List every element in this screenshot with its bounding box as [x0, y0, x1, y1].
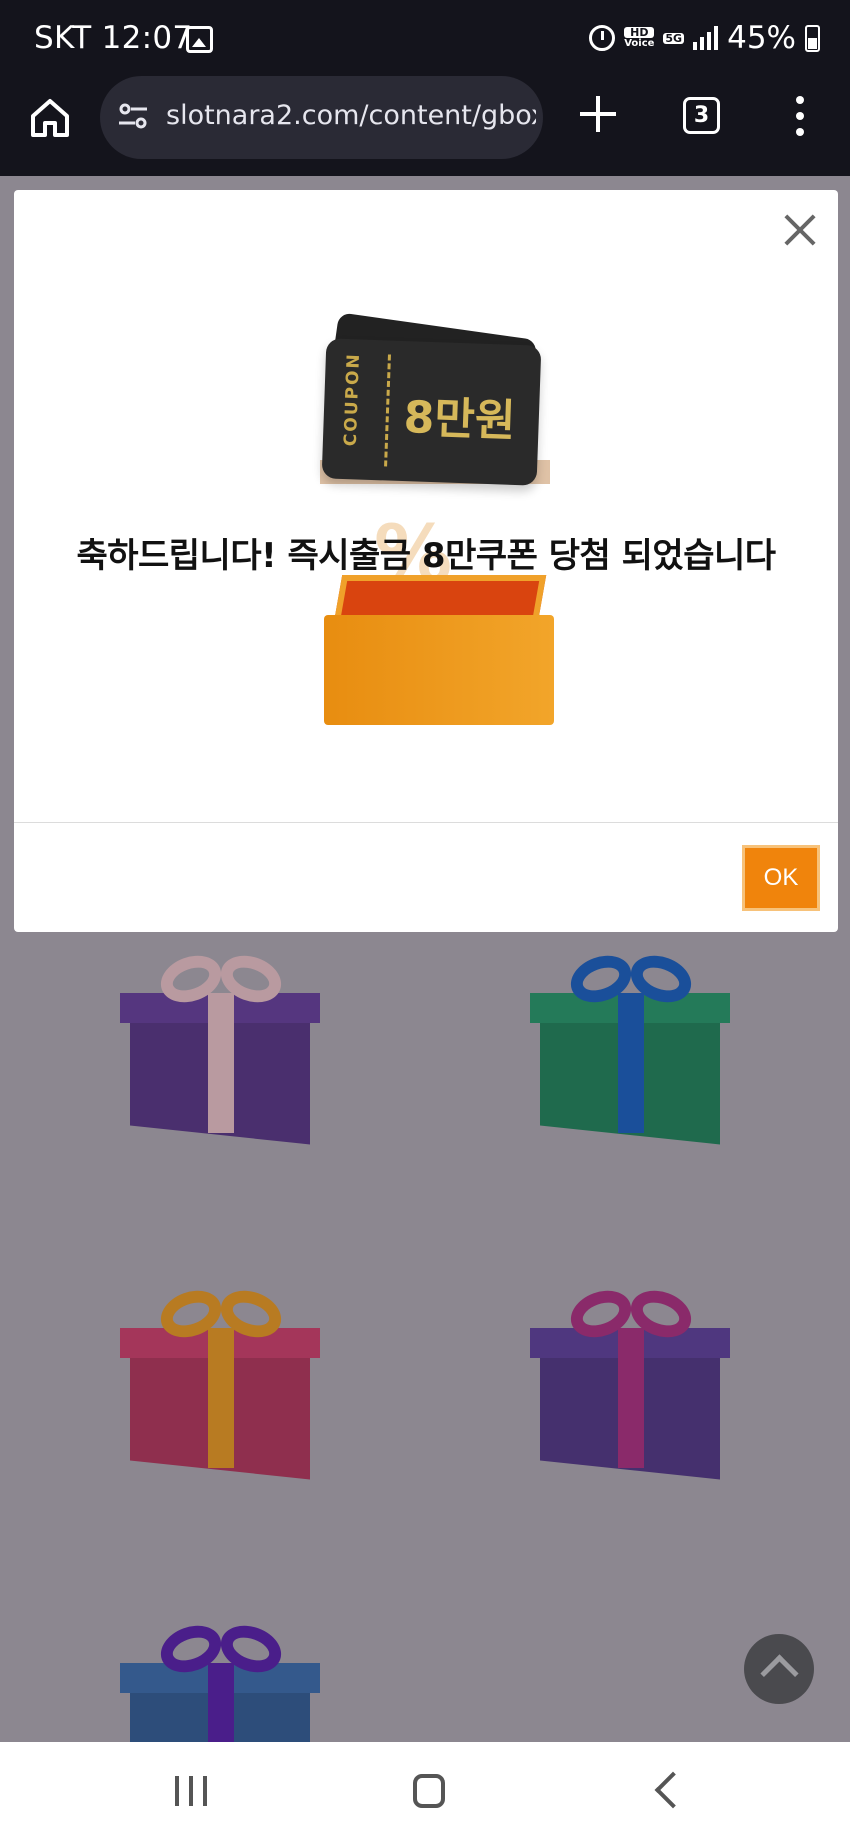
network-5g-icon: 5G — [663, 31, 685, 45]
gift-box[interactable] — [120, 1625, 320, 1742]
perforation — [384, 354, 391, 467]
box-front — [324, 615, 554, 725]
gift-box[interactable] — [530, 955, 730, 1145]
coupon-amount: 8만원 — [402, 392, 517, 447]
address-bar[interactable]: slotnara2.com/content/gboxm — [100, 76, 543, 159]
tab-switcher-button[interactable]: 3 — [683, 97, 720, 134]
recent-apps-icon[interactable] — [175, 1776, 209, 1806]
modal-divider — [14, 822, 838, 823]
coupon-word: COUPON — [340, 351, 365, 447]
coupon-ticket: COUPON 8만원 — [321, 338, 542, 486]
gallery-notification-icon — [186, 26, 213, 53]
new-tab-icon[interactable] — [578, 94, 618, 134]
alarm-icon — [589, 25, 616, 51]
open-box — [324, 575, 554, 725]
gift-box[interactable] — [530, 1290, 730, 1480]
back-icon[interactable] — [654, 1771, 692, 1809]
close-icon[interactable] — [784, 214, 816, 246]
home-icon[interactable] — [28, 96, 72, 140]
gift-box[interactable] — [120, 1290, 320, 1480]
signal-icon — [693, 26, 719, 50]
site-settings-icon[interactable] — [118, 103, 148, 129]
coupon-modal: COUPON 8만원 % 축하드립니다! 즉시출금 8만쿠폰 당첨 되었습니다 … — [14, 190, 838, 932]
status-icons: HD Voice 5G 45% — [589, 20, 820, 56]
more-menu-icon[interactable] — [788, 92, 812, 140]
system-nav-bar — [0, 1742, 850, 1842]
battery-percent: 45% — [727, 20, 796, 56]
gift-box[interactable] — [120, 955, 320, 1145]
status-bar: SKT 12:07 HD Voice 5G 45% — [0, 0, 850, 80]
battery-icon — [805, 24, 820, 52]
hd-voice-icon: HD Voice — [624, 26, 655, 49]
home-nav-icon[interactable] — [413, 1774, 445, 1808]
scroll-to-top-button[interactable] — [744, 1634, 814, 1704]
browser-toolbar: slotnara2.com/content/gboxm 3 — [0, 76, 850, 176]
ok-button[interactable]: OK — [742, 845, 820, 911]
modal-message: 축하드립니다! 즉시출금 8만쿠폰 당첨 되었습니다 — [76, 536, 776, 576]
url-text[interactable]: slotnara2.com/content/gboxm — [166, 100, 536, 131]
status-time: SKT 12:07 — [34, 20, 193, 56]
